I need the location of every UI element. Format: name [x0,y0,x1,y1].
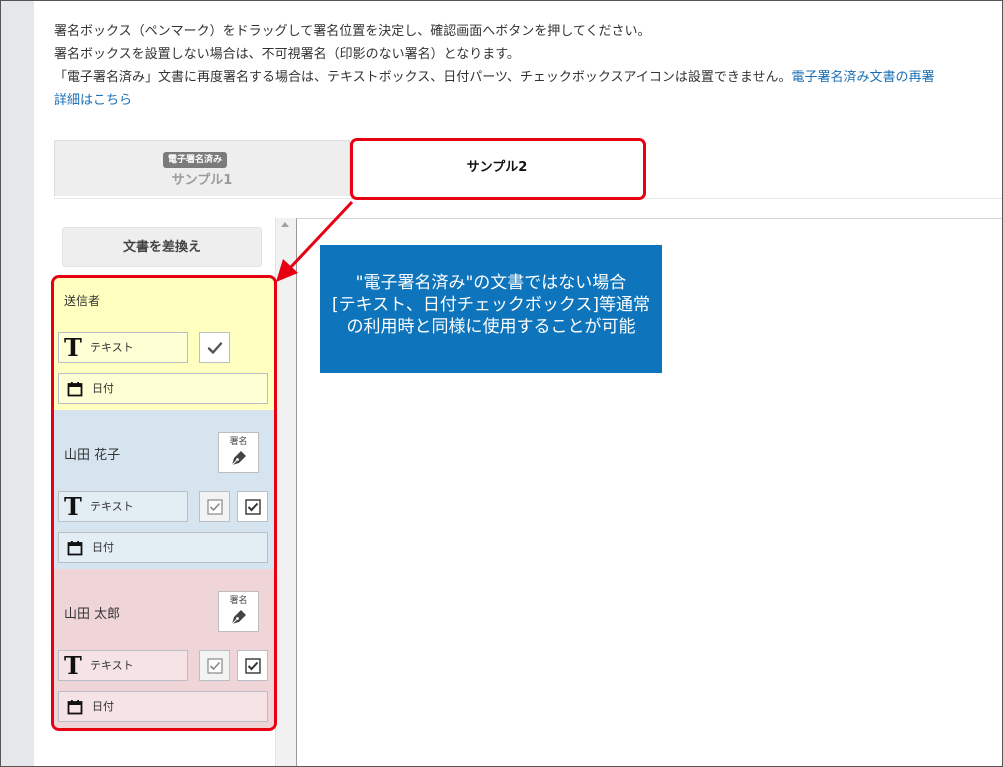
signer-yamada-taro: 山田 太郎 署名 T テキスト 日付 [54,569,274,728]
checkbox-icon [245,499,261,515]
signer-name: 送信者 [64,294,101,308]
checkbox-part[interactable] [237,491,268,522]
callout-line-3: の利用時と同様に使用することが可能 [346,317,636,337]
checkbox-icon [245,658,261,674]
checkbox-outline-icon [207,499,223,515]
text-icon: T [64,492,82,521]
signer-panel-highlight: 送信者 T テキスト 日付 山田 花子 署名 T テキスト 日付 山田 太郎 署… [51,275,277,731]
details-link[interactable]: 詳細はこちら [54,89,1003,112]
signer-name: 山田 花子 [64,448,121,463]
signature-box[interactable]: 署名 [218,432,259,473]
instruction-line-1: 署名ボックス（ペンマーク）をドラッグして署名位置を決定し、確認画面へボタンを押し… [54,24,651,39]
annotation-callout: "電子署名済み"の文書ではない場合 [テキスト、日付チェックボックス]等通常 の… [320,245,662,373]
instructions: 署名ボックス（ペンマーク）をドラッグして署名位置を決定し、確認画面へボタンを押し… [54,20,1003,112]
signature-box[interactable]: 署名 [218,591,259,632]
text-field-label: テキスト [90,341,134,354]
date-field-label: 日付 [92,382,114,395]
tab-sample1[interactable]: 電子署名済み サンプル1 [54,140,350,196]
signature-label: 署名 [229,596,248,606]
instruction-line-3: 「電子署名済み」文書に再度署名する場合は、テキストボックス、日付パーツ、チェック… [54,66,1003,89]
text-icon: T [64,651,82,680]
sidebar: 文書を差換え 送信者 T テキスト 日付 山田 花子 署名 T テキスト 日付 … [34,200,277,767]
checkbox-outline-icon [207,658,223,674]
left-gutter [0,0,34,767]
instruction-line-3-text: 「電子署名済み」文書に再度署名する場合は、テキストボックス、日付パーツ、チェック… [54,70,792,85]
resign-doc-link[interactable]: 電子署名済み文書の再署 [792,70,935,85]
signer-yamada-hanako: 山田 花子 署名 T テキスト 日付 [54,410,274,569]
text-field-label: テキスト [90,659,134,672]
checkbox-plain-part[interactable] [199,491,230,522]
signed-badge: 電子署名済み [163,152,228,168]
calendar-icon [67,541,83,556]
text-icon: T [64,333,82,362]
date-field-part[interactable]: 日付 [58,532,268,563]
calendar-icon [67,382,83,397]
text-field-part[interactable]: T テキスト [58,491,188,522]
signature-label: 署名 [229,437,248,447]
checkbox-part[interactable] [199,332,230,363]
replace-document-button[interactable]: 文書を差換え [62,227,262,267]
date-field-part[interactable]: 日付 [58,373,268,404]
callout-line-2: [テキスト、日付チェックボックス]等通常 [332,295,650,315]
sidebar-scrollbar[interactable] [275,218,296,767]
date-field-label: 日付 [92,700,114,713]
tab-sample1-label: サンプル1 [171,173,233,188]
main-panel: 署名ボックス（ペンマーク）をドラッグして署名位置を決定し、確認画面へボタンを押し… [34,0,1003,767]
pen-icon [231,451,246,466]
text-field-part[interactable]: T テキスト [58,650,188,681]
checkbox-plain-part[interactable] [199,650,230,681]
signer-sender: 送信者 T テキスト 日付 [54,278,274,410]
scroll-up-arrow-icon[interactable] [281,222,289,227]
instruction-line-2: 署名ボックスを設置しない場合は、不可視署名（印影のない署名）となります。 [54,47,520,62]
callout-line-1: "電子署名済み"の文書ではない場合 [355,273,627,293]
tab-highlight [350,138,646,200]
calendar-icon [67,700,83,715]
text-field-label: テキスト [90,500,134,513]
date-field-label: 日付 [92,541,114,554]
date-field-part[interactable]: 日付 [58,691,268,722]
checkbox-part[interactable] [237,650,268,681]
signer-name: 山田 太郎 [64,607,121,622]
pen-icon [231,610,246,625]
checkbox-icon [207,342,223,354]
text-field-part[interactable]: T テキスト [58,332,188,363]
